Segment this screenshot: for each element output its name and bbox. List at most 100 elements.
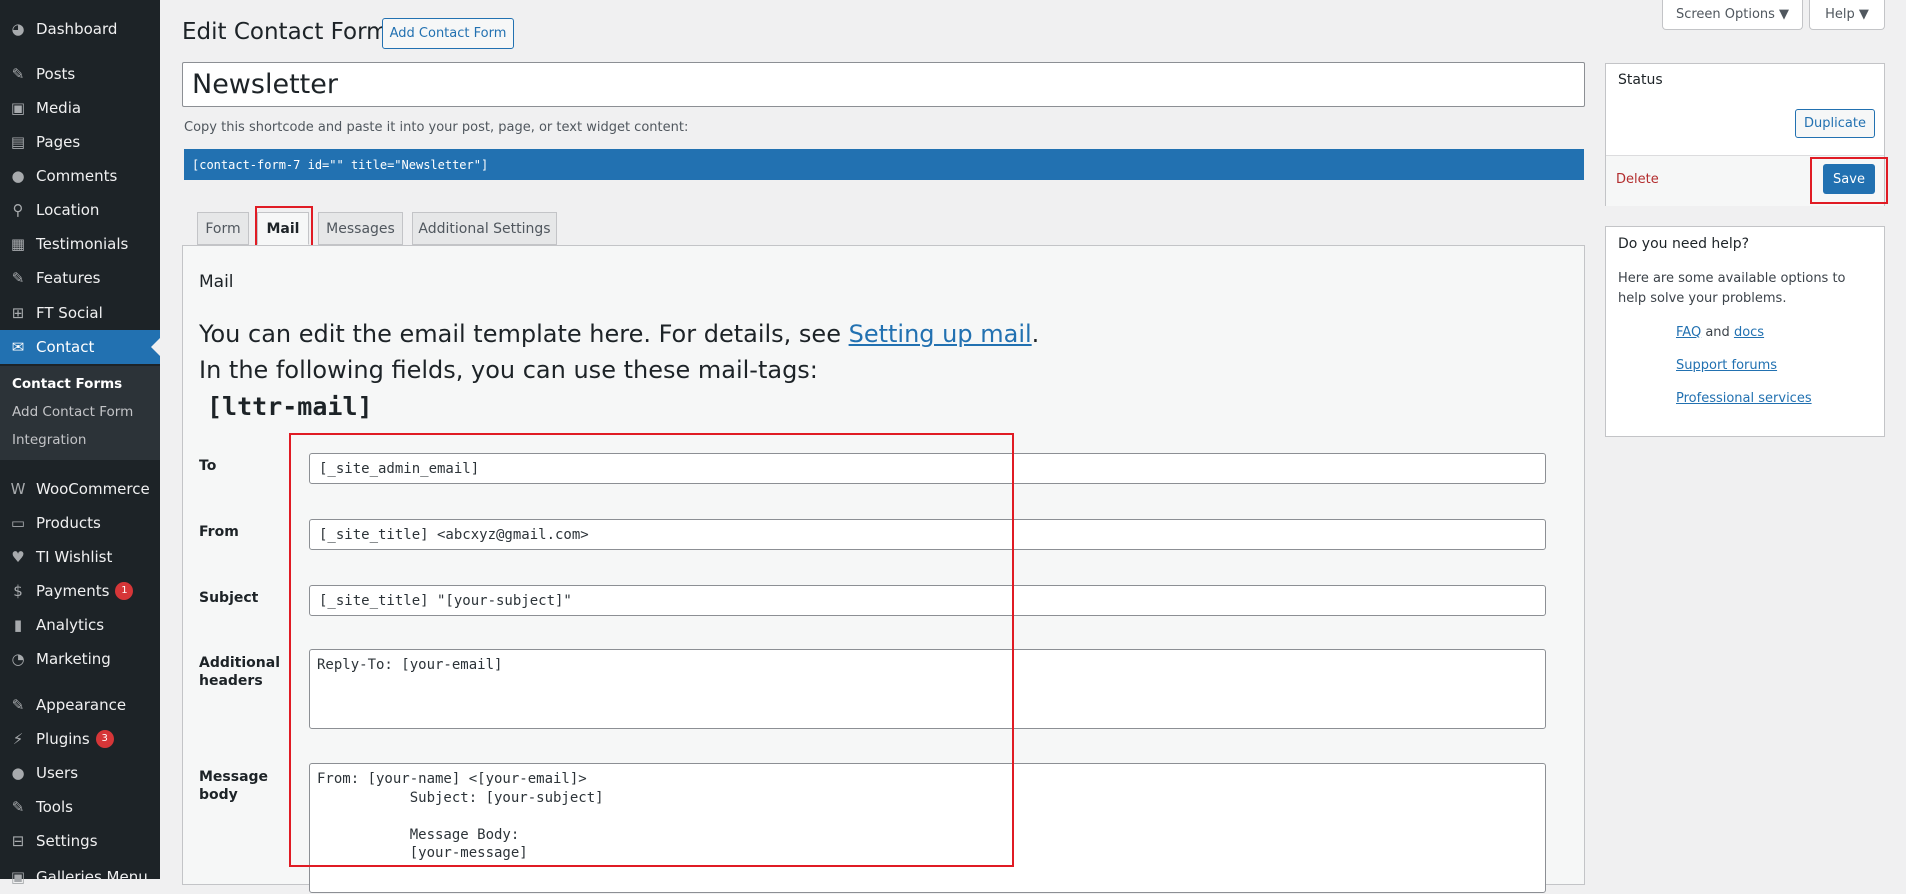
sidebar-item-label: Appearance [36, 696, 127, 714]
sidebar-item-label: Media [36, 99, 82, 117]
message-body-label: Message body [199, 769, 269, 803]
testimonials-icon: ▦ [10, 235, 26, 253]
sidebar-item-label: WooCommerce [36, 480, 150, 498]
pin-icon: ✎ [11, 65, 25, 83]
payments-icon: $ [13, 582, 23, 600]
message-body-textarea[interactable]: From: [your-name] <[your-email]> Subject… [309, 763, 1546, 893]
location-icon: ⚲ [12, 201, 24, 219]
media-icon: ▣ [10, 99, 26, 117]
docs-link[interactable]: docs [1734, 325, 1764, 340]
sidebar-item-label: Users [36, 764, 79, 782]
submenu-integration[interactable]: Integration [12, 432, 86, 448]
help-text: Here are some available options to help … [1618, 271, 1846, 306]
sidebar-item-pages[interactable]: ▤ Pages [0, 125, 160, 159]
help-title: Do you need help? [1618, 236, 1750, 252]
plugin-icon: ⚡ [12, 730, 24, 748]
sidebar-item-label: Products [36, 514, 101, 532]
submenu-add-contact-form[interactable]: Add Contact Form [12, 404, 133, 420]
additional-headers-label: Additional headers [199, 655, 280, 689]
sidebar-item-media[interactable]: ▣ Media [0, 91, 160, 125]
sidebar-item-dashboard[interactable]: ◕ Dashboard [0, 12, 160, 46]
sidebar-item-payments[interactable]: $ Payments 1 [0, 574, 160, 608]
subject-input[interactable]: [_site_title] "[your-subject]" [309, 585, 1546, 616]
tab-mail[interactable]: Mail [257, 212, 309, 245]
sidebar-item-plugins[interactable]: ⚡ Plugins 3 [0, 722, 160, 756]
gallery-icon: ▣ [10, 868, 26, 886]
help-button[interactable]: Help ▼ [1809, 0, 1885, 30]
tab-form[interactable]: Form [197, 212, 249, 245]
from-label: From [199, 524, 239, 540]
support-forums-link[interactable]: Support forums [1676, 358, 1777, 373]
sidebar-item-products[interactable]: ▭ Products [0, 506, 160, 540]
sidebar-item-label: Pages [36, 133, 81, 151]
sidebar-item-label: TI Wishlist [36, 548, 113, 566]
additional-headers-textarea[interactable]: Reply-To: [your-email] [309, 649, 1546, 729]
contact-submenu: Contact Forms Add Contact Form Integrati… [0, 366, 160, 460]
form-title-input[interactable]: Newsletter [182, 62, 1585, 107]
sidebar-item-ft-social[interactable]: ⊞ FT Social [0, 296, 160, 330]
page-title: Edit Contact Form [182, 19, 389, 45]
sidebar-item-label: Plugins [36, 730, 90, 748]
sidebar-item-users[interactable]: ● Users [0, 756, 160, 790]
to-input[interactable]: [_site_admin_email] [309, 453, 1546, 484]
sidebar-item-galleries-menu[interactable]: ▣ Galleries Menu [0, 860, 160, 894]
heart-icon: ♥ [11, 548, 25, 566]
sidebar-item-features[interactable]: ✎ Features [0, 261, 160, 295]
sidebar-item-label: Testimonials [36, 235, 129, 253]
shortcode-field[interactable]: [contact-form-7 id="" title="Newsletter"… [184, 149, 1584, 180]
grid-icon: ⊞ [11, 304, 25, 322]
sidebar-item-ti-wishlist[interactable]: ♥ TI Wishlist [0, 540, 160, 574]
settings-icon: ⊟ [11, 832, 25, 850]
add-contact-form-button[interactable]: Add Contact Form [382, 18, 514, 49]
sidebar-item-label: FT Social [36, 304, 103, 322]
to-label: To [199, 458, 217, 474]
sidebar-item-comments[interactable]: ● Comments [0, 159, 160, 193]
setting-up-mail-link[interactable]: Setting up mail [849, 320, 1032, 348]
professional-services-link[interactable]: Professional services [1676, 391, 1812, 406]
brush-icon: ✎ [11, 696, 25, 714]
sidebar-item-tools[interactable]: ✎ Tools [0, 790, 160, 824]
analytics-icon: ▮ [13, 616, 23, 634]
pages-icon: ▤ [10, 133, 26, 151]
save-button[interactable]: Save [1823, 164, 1875, 194]
sidebar-item-marketing[interactable]: ◔ Marketing [0, 642, 160, 676]
tools-icon: ✎ [11, 798, 25, 816]
sidebar-item-label: Analytics [36, 616, 105, 634]
sidebar-item-settings[interactable]: ⊟ Settings [0, 824, 160, 858]
dashboard-icon: ◕ [11, 20, 25, 38]
from-input[interactable]: [_site_title] <abcxyz@gmail.com> [309, 519, 1546, 550]
delete-link[interactable]: Delete [1616, 172, 1659, 187]
comment-icon: ● [11, 167, 25, 185]
sidebar-item-location[interactable]: ⚲ Location [0, 193, 160, 227]
sidebar-item-label: Contact [36, 338, 95, 356]
shortcode-hint: Copy this shortcode and paste it into yo… [184, 120, 689, 135]
admin-sidebar: ◕ Dashboard ✎ Posts ▣ Media ▤ Pages ● Comments ⚲ Lo… [0, 0, 160, 886]
sidebar-item-label: Settings [36, 832, 98, 850]
mail-intro-line1: You can edit the email template here. Fo… [199, 320, 1040, 348]
duplicate-button[interactable]: Duplicate [1795, 109, 1875, 138]
submenu-contact-forms[interactable]: Contact Forms [12, 376, 122, 392]
sidebar-item-testimonials[interactable]: ▦ Testimonials [0, 227, 160, 261]
status-box: Status Duplicate Delete Save [1605, 63, 1885, 206]
sidebar-item-label: Galleries Menu [36, 868, 148, 886]
panel-title: Mail [199, 272, 234, 292]
status-title: Status [1618, 72, 1663, 88]
subject-label: Subject [199, 590, 259, 606]
user-icon: ● [11, 764, 25, 782]
sidebar-item-analytics[interactable]: ▮ Analytics [0, 608, 160, 642]
sidebar-item-label: Dashboard [36, 20, 118, 38]
faq-link[interactable]: FAQ [1676, 325, 1701, 340]
mail-intro-line2: In the following fields, you can use the… [199, 356, 818, 384]
sidebar-item-appearance[interactable]: ✎ Appearance [0, 688, 160, 722]
sidebar-item-woocommerce[interactable]: W WooCommerce [0, 472, 160, 506]
tab-messages[interactable]: Messages [318, 212, 403, 245]
help-box: Do you need help? Here are some availabl… [1605, 226, 1885, 437]
sidebar-item-contact[interactable]: ✉ Contact [0, 330, 160, 364]
mail-icon: ✉ [11, 338, 25, 356]
tab-additional-settings[interactable]: Additional Settings [412, 212, 557, 245]
count-badge: 1 [115, 582, 134, 600]
megaphone-icon: ◔ [11, 650, 25, 668]
screen-options-button[interactable]: Screen Options ▼ [1662, 0, 1803, 30]
sidebar-item-label: Features [36, 269, 101, 287]
sidebar-item-posts[interactable]: ✎ Posts [0, 57, 160, 91]
